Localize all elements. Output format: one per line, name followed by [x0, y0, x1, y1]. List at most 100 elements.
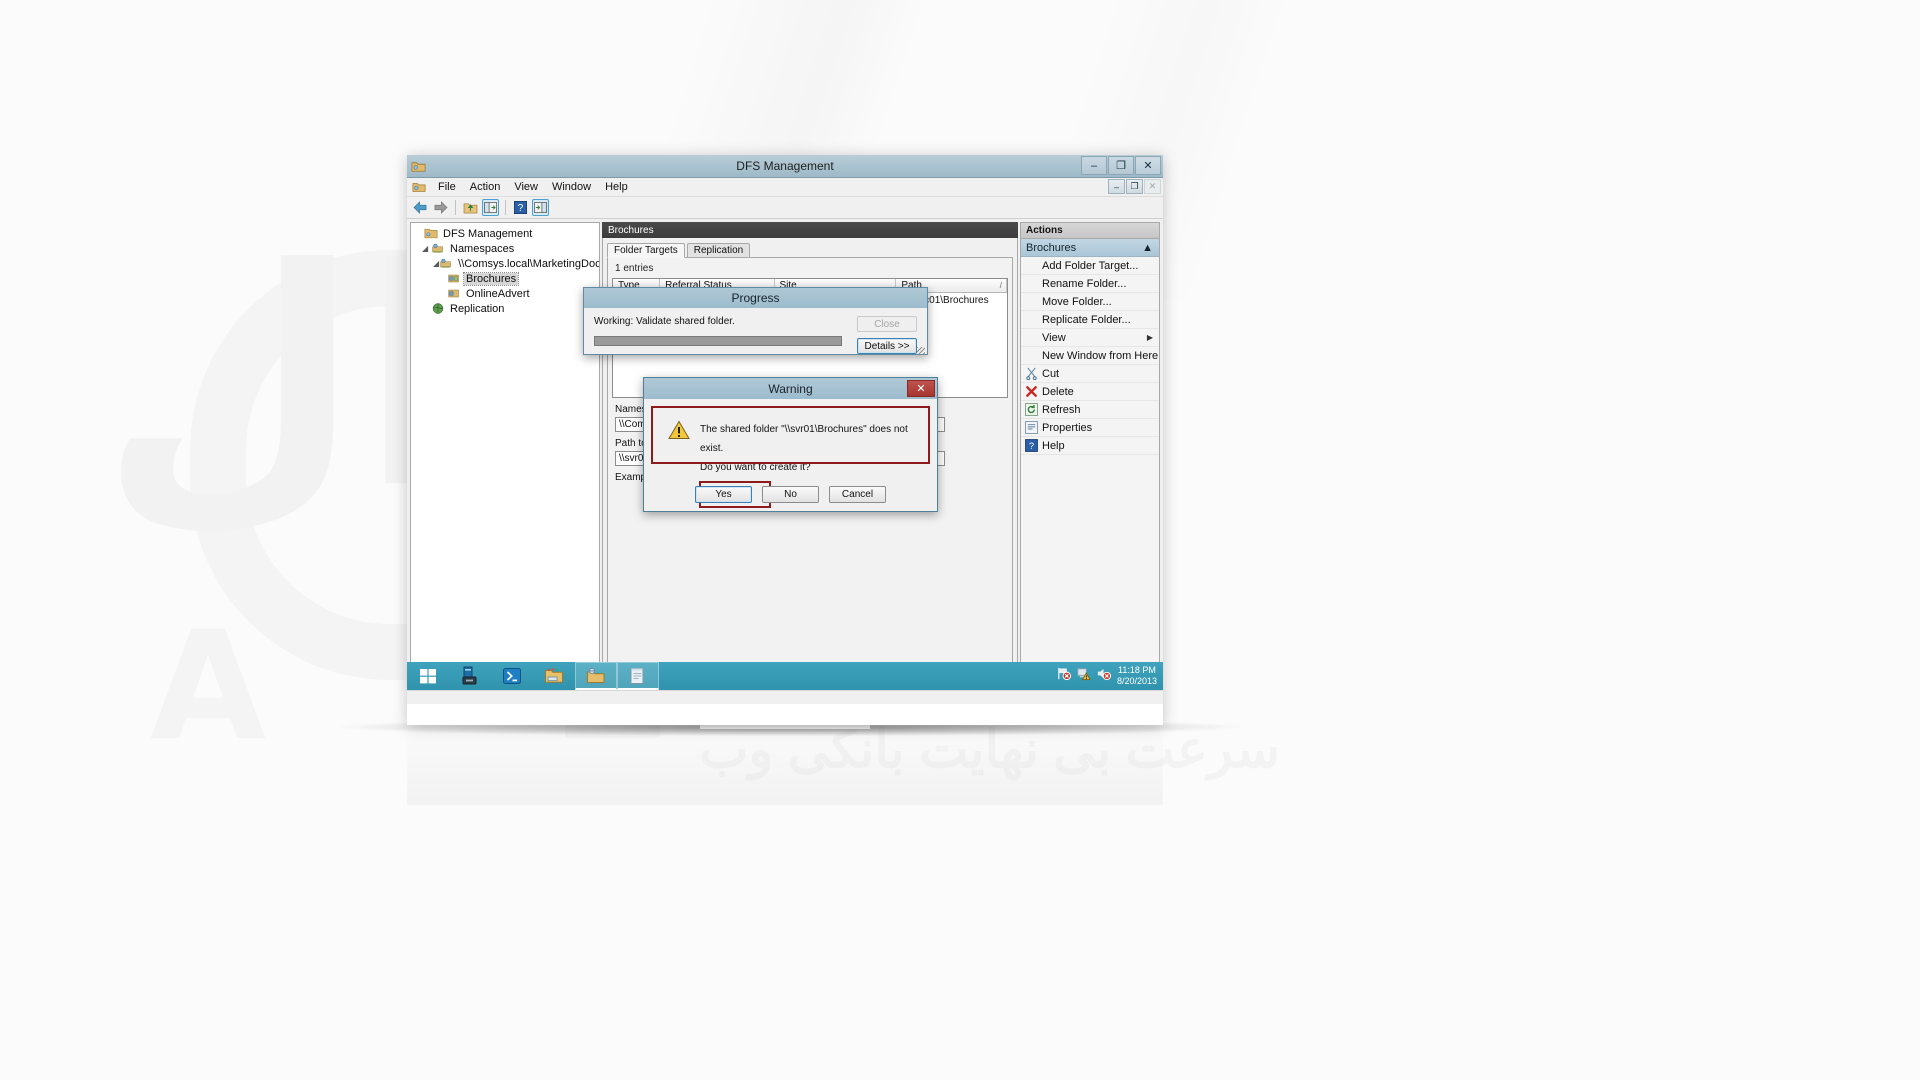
screen-reflection — [407, 725, 1163, 805]
tree-node-dfs-management[interactable]: DFS Management — [411, 226, 599, 241]
tree-node-replication[interactable]: Replication — [411, 301, 599, 316]
taskbar-clock[interactable]: 11:18 PM 8/20/2013 — [1117, 665, 1157, 687]
tree-node-onlineadvert[interactable]: OnlineAdvert — [411, 286, 599, 301]
tab-folder-targets[interactable]: Folder Targets — [607, 243, 685, 258]
action-delete[interactable]: Delete — [1021, 383, 1159, 401]
forward-arrow-icon[interactable] — [432, 199, 449, 216]
back-arrow-icon[interactable] — [412, 199, 429, 216]
action-move-folder[interactable]: Move Folder... — [1021, 293, 1159, 311]
chevron-up-icon[interactable]: ▲ — [1142, 242, 1153, 254]
tree-node-namespaces[interactable]: ◢ Namespaces — [411, 241, 599, 256]
progress-close-button[interactable]: Close — [857, 316, 917, 332]
actions-group-title: Brochures — [1026, 241, 1077, 254]
action-add-folder-target[interactable]: Add Folder Target... — [1021, 257, 1159, 275]
no-button[interactable]: No — [762, 486, 819, 503]
network-warning-icon[interactable] — [1076, 666, 1091, 686]
warning-dialog-close-button[interactable]: ✕ — [907, 380, 935, 397]
action-refresh[interactable]: Refresh — [1021, 401, 1159, 419]
system-tray[interactable]: 11:18 PM 8/20/2013 — [1056, 665, 1163, 687]
taskbar[interactable]: 11:18 PM 8/20/2013 — [407, 662, 1163, 690]
windows-start-icon[interactable] — [407, 662, 449, 690]
tree-expander-namespaces[interactable]: ◢ — [422, 244, 431, 253]
message-highlight-box — [651, 406, 930, 464]
action-label: Rename Folder... — [1042, 277, 1127, 290]
action-replicate-folder[interactable]: Replicate Folder... — [1021, 311, 1159, 329]
action-rename-folder[interactable]: Rename Folder... — [1021, 275, 1159, 293]
toolbar-separator-2 — [505, 200, 506, 215]
action-cut[interactable]: Cut — [1021, 365, 1159, 383]
action-help[interactable]: ? Help — [1021, 437, 1159, 455]
window-controls[interactable]: – ❐ ✕ — [1081, 156, 1161, 175]
action-new-window-from-here[interactable]: New Window from Here — [1021, 347, 1159, 365]
tree-node-label: \\Comsys.local\MarketingDocs — [458, 257, 600, 270]
file-explorer-icon[interactable] — [533, 662, 575, 690]
namespaces-icon — [431, 242, 445, 255]
action-center-flag-icon[interactable] — [1056, 666, 1071, 686]
menu-file[interactable]: File — [431, 180, 463, 194]
menubar[interactable]: File Action View Window Help – ❐ ✕ — [407, 178, 1163, 197]
namespace-icon — [439, 257, 453, 270]
console-tree-pane[interactable]: DFS Management ◢ Namespaces ◢ \\Comsys.l… — [410, 222, 600, 687]
mdi-restore-button[interactable]: ❐ — [1126, 179, 1143, 194]
window-minimize-button[interactable]: – — [1081, 156, 1107, 175]
tree-node-brochures[interactable]: Brochures — [411, 271, 599, 286]
clock-time: 11:18 PM — [1118, 665, 1156, 675]
action-label: Cut — [1042, 367, 1060, 380]
action-view[interactable]: View ▶ — [1021, 329, 1159, 347]
progress-bar — [594, 336, 842, 346]
warning-dialog[interactable]: Warning ✕ The shared folder "\\svr01\Bro… — [643, 377, 938, 512]
folder-target-icon — [447, 287, 461, 300]
folder-target-icon — [447, 272, 461, 285]
window-restore-button[interactable]: ❐ — [1108, 156, 1134, 175]
menu-help[interactable]: Help — [598, 180, 635, 194]
server-manager-icon[interactable] — [449, 662, 491, 690]
menu-action[interactable]: Action — [463, 180, 508, 194]
mdi-minimize-button[interactable]: – — [1108, 179, 1125, 194]
menubar-app-icon — [412, 180, 426, 194]
actions-group-brochures[interactable]: Brochures ▲ — [1021, 239, 1159, 257]
cancel-button[interactable]: Cancel — [829, 486, 886, 503]
progress-dialog[interactable]: Progress Working: Validate shared folder… — [583, 287, 928, 355]
tab-strip[interactable]: Folder Targets Replication — [607, 242, 1013, 258]
window-close-button[interactable]: ✕ — [1135, 156, 1161, 175]
window-titlebar[interactable]: DFS Management – ❐ ✕ — [407, 155, 1163, 178]
toolbar[interactable]: ? — [407, 197, 1163, 219]
dfs-root-icon — [424, 227, 438, 240]
mdi-close-button[interactable]: ✕ — [1144, 179, 1161, 194]
action-label: View — [1042, 331, 1066, 344]
properties-icon — [1025, 421, 1038, 434]
help-icon[interactable]: ? — [512, 199, 529, 216]
action-label: New Window from Here — [1042, 349, 1159, 362]
tree-node-label: Brochures — [462, 271, 520, 286]
tray-icons[interactable] — [1056, 666, 1111, 686]
progress-details-button[interactable]: Details >> — [857, 338, 917, 354]
action-label: Replicate Folder... — [1042, 313, 1131, 326]
delete-x-icon — [1025, 385, 1038, 398]
action-label: Help — [1042, 439, 1065, 452]
powershell-icon[interactable] — [491, 662, 533, 690]
mdi-child-controls[interactable]: – ❐ ✕ — [1108, 179, 1161, 194]
warning-dialog-buttons[interactable]: Yes No Cancel — [644, 486, 937, 503]
svg-text:?: ? — [1029, 441, 1034, 451]
menu-view[interactable]: View — [507, 180, 545, 194]
show-action-pane-icon[interactable] — [532, 199, 549, 216]
up-folder-icon[interactable] — [462, 199, 479, 216]
pane-title-bar: Brochures — [602, 222, 1018, 238]
action-properties[interactable]: Properties — [1021, 419, 1159, 437]
volume-muted-icon[interactable] — [1096, 666, 1111, 686]
resize-grip[interactable] — [917, 347, 925, 355]
chevron-right-icon[interactable]: ▶ — [1147, 333, 1153, 342]
warning-dialog-titlebar[interactable]: Warning ✕ — [644, 378, 937, 399]
yes-button[interactable]: Yes — [695, 486, 752, 503]
action-label: Delete — [1042, 385, 1074, 398]
tab-replication[interactable]: Replication — [686, 243, 751, 257]
progress-dialog-titlebar[interactable]: Progress — [584, 288, 927, 308]
dfs-management-icon[interactable] — [575, 662, 617, 690]
clock-date: 8/20/2013 — [1116, 676, 1157, 686]
show-console-tree-icon[interactable] — [482, 199, 499, 216]
window-title: DFS Management — [736, 159, 834, 173]
menu-window[interactable]: Window — [545, 180, 598, 194]
notepad-icon[interactable] — [617, 662, 659, 690]
pane-title: Brochures — [608, 224, 654, 236]
tree-node-namespace-marketingdocs[interactable]: ◢ \\Comsys.local\MarketingDocs — [411, 256, 599, 271]
